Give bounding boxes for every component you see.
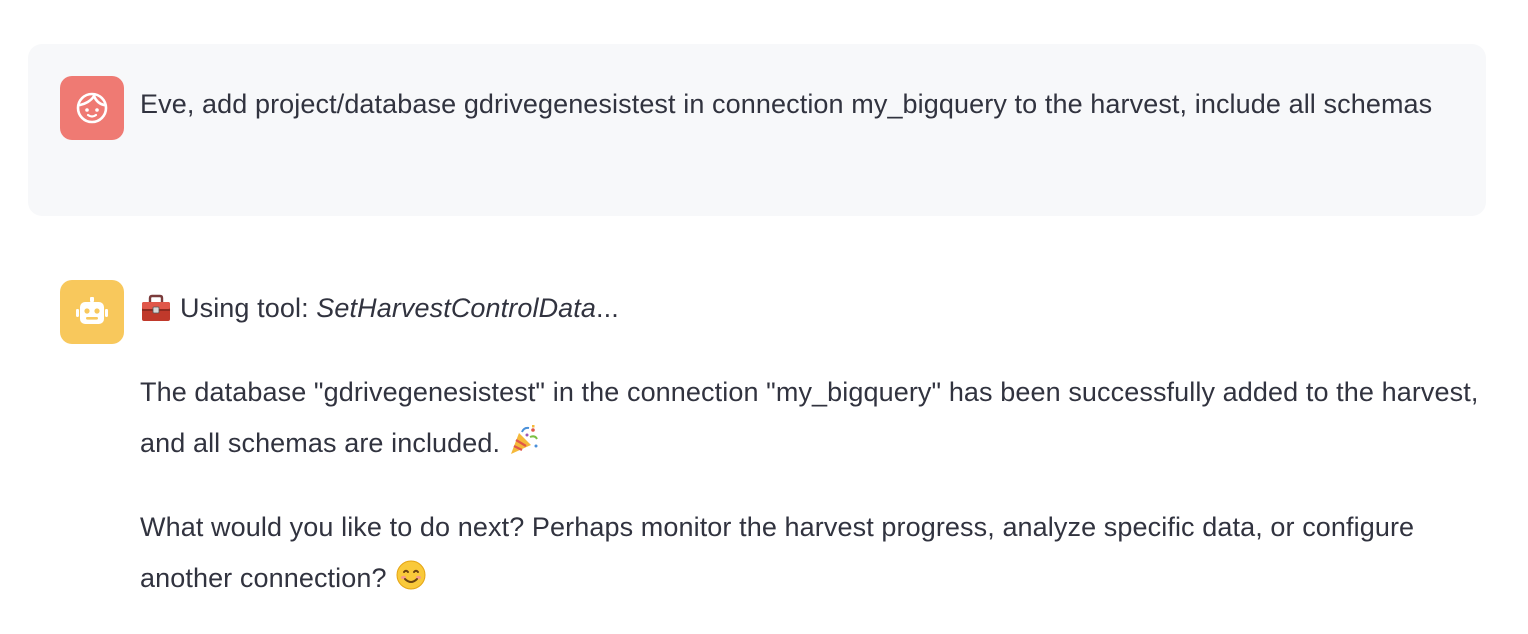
party-popper-icon	[511, 425, 539, 454]
chat-container: Eve, add project/database gdrivegenesist…	[0, 0, 1528, 634]
user-face-icon	[76, 92, 108, 124]
user-avatar	[60, 76, 124, 140]
assistant-avatar	[60, 280, 124, 344]
tool-prefix: Using tool:	[180, 293, 309, 323]
tool-suffix: ...	[596, 293, 619, 323]
assistant-paragraph-text: The database "gdrivegenesistest" in the …	[140, 377, 1479, 458]
assistant-paragraph-text: What would you like to do next? Perhaps …	[140, 512, 1415, 593]
tool-name: SetHarvestControlData	[316, 293, 597, 323]
tool-usage-line: Using tool: SetHarvestControlData...	[140, 283, 1480, 334]
user-message-text: Eve, add project/database gdrivegenesist…	[140, 89, 1433, 119]
assistant-message: Using tool: SetHarvestControlData... The…	[140, 283, 1480, 604]
assistant-paragraph: The database "gdrivegenesistest" in the …	[140, 367, 1480, 469]
robot-icon	[76, 297, 108, 324]
user-message: Eve, add project/database gdrivegenesist…	[28, 44, 1486, 216]
smiling-face-icon	[396, 560, 426, 590]
assistant-paragraph: What would you like to do next? Perhaps …	[140, 502, 1480, 604]
toolbox-icon	[142, 294, 170, 321]
